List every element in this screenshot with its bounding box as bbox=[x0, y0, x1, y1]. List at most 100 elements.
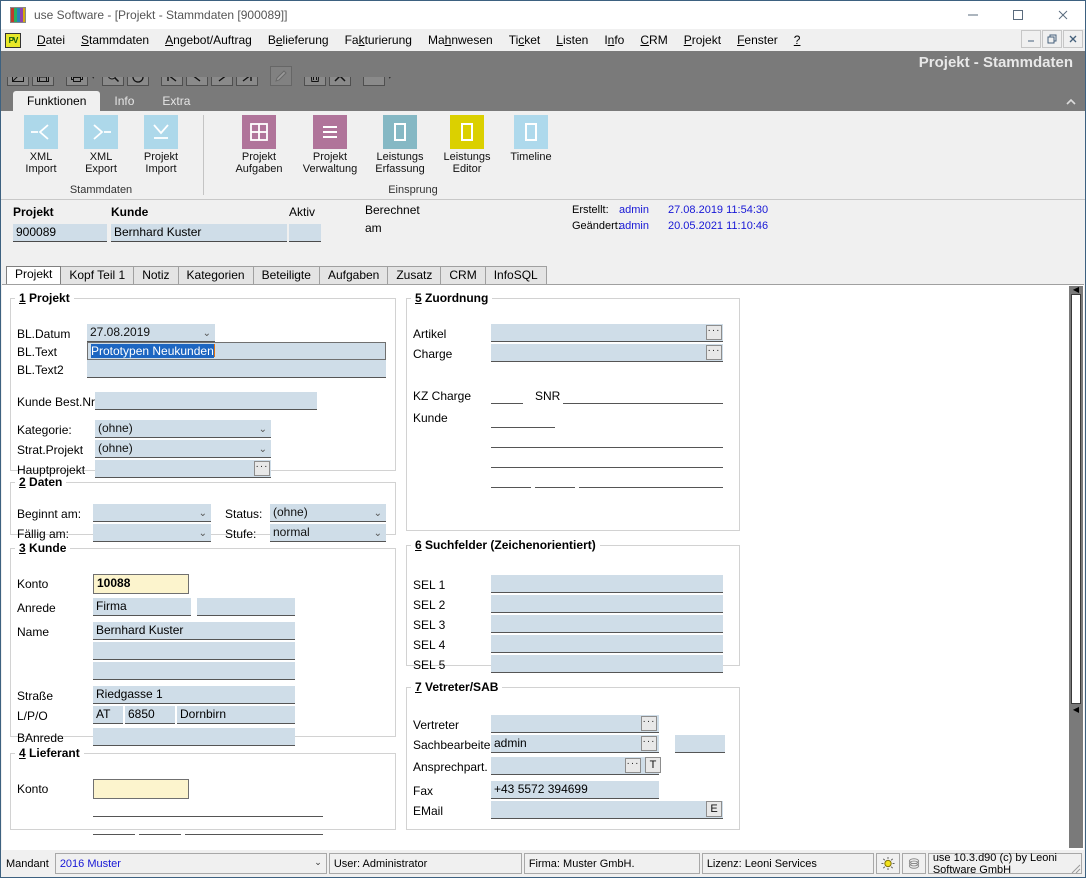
ribbon-tab-info[interactable]: Info bbox=[100, 91, 148, 111]
form-tab-aufgaben[interactable]: Aufgaben bbox=[318, 266, 389, 284]
close-button[interactable] bbox=[1040, 1, 1085, 29]
artikel-input[interactable] bbox=[491, 324, 723, 342]
name-input-2[interactable] bbox=[93, 642, 295, 660]
bl-text-input[interactable]: Prototypen Neukunden bbox=[87, 342, 386, 360]
menu-item-angebot-auftrag[interactable]: Angebot/Auftrag bbox=[157, 31, 260, 49]
banrede-input[interactable] bbox=[93, 728, 295, 746]
email-send-button[interactable]: E bbox=[706, 801, 722, 817]
menu-item-listen[interactable]: Listen bbox=[548, 31, 596, 49]
form-tab-zusatz[interactable]: Zusatz bbox=[387, 266, 442, 284]
kunde-bestnr-input[interactable] bbox=[95, 392, 317, 410]
name-input-3[interactable] bbox=[93, 662, 295, 680]
ort-input[interactable]: Dornbirn bbox=[177, 706, 295, 724]
ribbon-button-leistungs-editor[interactable]: Leistungs Editor bbox=[434, 115, 500, 175]
mdi-restore-button[interactable] bbox=[1042, 30, 1062, 48]
menu-item-fakturierung[interactable]: Fakturierung bbox=[337, 31, 420, 49]
ribbon-button-projekt-aufgaben[interactable]: Projekt Aufgaben bbox=[224, 115, 294, 175]
menu-item-help[interactable]: ? bbox=[786, 31, 809, 49]
resize-grip[interactable] bbox=[1068, 861, 1082, 875]
vertreter-input[interactable] bbox=[491, 715, 659, 733]
ribbon-button-projekt-verwaltung[interactable]: Projekt Verwaltung bbox=[294, 115, 366, 175]
chevron-up-icon[interactable] bbox=[1065, 97, 1077, 109]
ansprechpart-telefon-button[interactable]: T bbox=[645, 757, 661, 773]
charge-input[interactable] bbox=[491, 344, 723, 362]
menu-item-fenster[interactable]: Fenster bbox=[729, 31, 786, 49]
form-tab-kategorien[interactable]: Kategorien bbox=[177, 266, 254, 284]
menu-item-belieferung[interactable]: Belieferung bbox=[260, 31, 337, 49]
ribbon-tab-extra[interactable]: Extra bbox=[148, 91, 204, 111]
ribbon-group-title: Einsprung bbox=[388, 184, 438, 196]
lieferant-konto-input[interactable] bbox=[93, 779, 189, 799]
aktiv-input[interactable] bbox=[289, 224, 321, 242]
sachbearbeiter-extra-input[interactable] bbox=[675, 735, 725, 753]
menu-item-mahnwesen[interactable]: Mahnwesen bbox=[420, 31, 501, 49]
ribbon-button-xml-import[interactable]: XML Import bbox=[11, 115, 71, 175]
form-tab-projekt[interactable]: Projekt bbox=[6, 266, 62, 284]
kategorie-combo[interactable]: (ohne) ⌄ bbox=[95, 420, 271, 438]
anrede-input[interactable]: Firma bbox=[93, 598, 191, 616]
minimize-button[interactable] bbox=[950, 1, 995, 29]
form-tab-notiz[interactable]: Notiz bbox=[133, 266, 179, 284]
scrollbar-thumb[interactable] bbox=[1071, 294, 1081, 704]
snr-input[interactable] bbox=[563, 403, 723, 404]
scroll-down-arrow-icon[interactable]: ◀ bbox=[1071, 706, 1081, 715]
form-tab-infosql[interactable]: InfoSQL bbox=[484, 266, 547, 284]
fax-input[interactable]: +43 5572 394699 bbox=[491, 781, 659, 799]
ribbon-tab-funktionen[interactable]: Funktionen bbox=[13, 91, 101, 111]
form-tab-kopf-teil-1[interactable]: Kopf Teil 1 bbox=[60, 266, 135, 284]
ribbon-button-timeline[interactable]: Timeline bbox=[500, 115, 562, 163]
beginnt-am-combo[interactable]: ⌄ bbox=[93, 504, 211, 522]
menu-item-info[interactable]: Info bbox=[596, 31, 632, 49]
plz-input[interactable]: 6850 bbox=[125, 706, 175, 724]
sachbearbeiter-input[interactable]: admin bbox=[491, 735, 659, 753]
strat-projekt-combo[interactable]: (ohne) ⌄ bbox=[95, 440, 271, 458]
ribbon-button-projekt-import[interactable]: Projekt Import bbox=[131, 115, 191, 175]
bl-text2-input[interactable] bbox=[87, 360, 386, 378]
zuordnung-kunde-input[interactable] bbox=[491, 427, 555, 428]
ansprechpart-lookup-button[interactable]: ··· bbox=[625, 758, 641, 773]
kz-charge-input[interactable] bbox=[491, 403, 523, 404]
bl-datum-combo[interactable]: 27.08.2019 ⌄ bbox=[87, 324, 215, 342]
menu-item-stammdaten[interactable]: Stammdaten bbox=[73, 31, 157, 49]
sel3-input[interactable] bbox=[491, 615, 723, 633]
kunde-konto-input[interactable]: 10088 bbox=[93, 574, 189, 594]
land-input[interactable]: AT bbox=[93, 706, 123, 724]
ribbon-button-xml-export[interactable]: XML Export bbox=[71, 115, 131, 175]
email-input[interactable] bbox=[491, 801, 723, 819]
mdi-close-button[interactable] bbox=[1063, 30, 1083, 48]
charge-lookup-button[interactable]: ··· bbox=[706, 345, 722, 360]
ribbon-button-leistungs-erfassung[interactable]: Leistungs Erfassung bbox=[366, 115, 434, 175]
zuordnung-empty-line-3c bbox=[579, 487, 723, 488]
form-tab-crm[interactable]: CRM bbox=[440, 266, 486, 284]
sel1-input[interactable] bbox=[491, 575, 723, 593]
sel2-input[interactable] bbox=[491, 595, 723, 613]
group-projekt: 1 Projekt BL.Datum 27.08.2019 ⌄ BL.Text … bbox=[10, 291, 396, 478]
name-input[interactable]: Bernhard Kuster bbox=[93, 622, 295, 640]
menu-item-ticket[interactable]: Ticket bbox=[501, 31, 549, 49]
strasse-input[interactable]: Riedgasse 1 bbox=[93, 686, 295, 704]
strat-projekt-value: (ohne) bbox=[98, 441, 133, 455]
hauptprojekt-lookup-button[interactable]: ··· bbox=[254, 461, 270, 476]
menu-item-crm[interactable]: CRM bbox=[632, 31, 675, 49]
menu-bar: PV Datei Stammdaten Angebot/Auftrag Beli… bbox=[1, 29, 1085, 51]
kunde-input[interactable]: Bernhard Kuster bbox=[111, 224, 287, 242]
menu-item-projekt[interactable]: Projekt bbox=[676, 31, 729, 49]
projekt-input[interactable]: 900089 bbox=[13, 224, 107, 242]
layers-icon[interactable] bbox=[901, 853, 926, 874]
vertical-scrollbar[interactable]: ◀ ◀ bbox=[1069, 286, 1083, 848]
sachbearbeiter-lookup-button[interactable]: ··· bbox=[641, 736, 657, 751]
form-tab-beteiligte[interactable]: Beteiligte bbox=[252, 266, 320, 284]
faellig-am-combo[interactable]: ⌄ bbox=[93, 524, 211, 542]
mandant-combo[interactable]: 2016 Muster ⌄ bbox=[54, 853, 327, 874]
vertreter-lookup-button[interactable]: ··· bbox=[641, 716, 657, 731]
maximize-button[interactable] bbox=[995, 1, 1040, 29]
status-combo[interactable]: (ohne) ⌄ bbox=[270, 504, 386, 522]
stufe-combo[interactable]: normal ⌄ bbox=[270, 524, 386, 542]
artikel-lookup-button[interactable]: ··· bbox=[706, 325, 722, 340]
sel5-input[interactable] bbox=[491, 655, 723, 673]
sel4-input[interactable] bbox=[491, 635, 723, 653]
mdi-minimize-button[interactable] bbox=[1021, 30, 1041, 48]
lightbulb-icon[interactable] bbox=[875, 853, 900, 874]
menu-item-datei[interactable]: Datei bbox=[29, 31, 73, 49]
anrede-input-2[interactable] bbox=[197, 598, 295, 616]
